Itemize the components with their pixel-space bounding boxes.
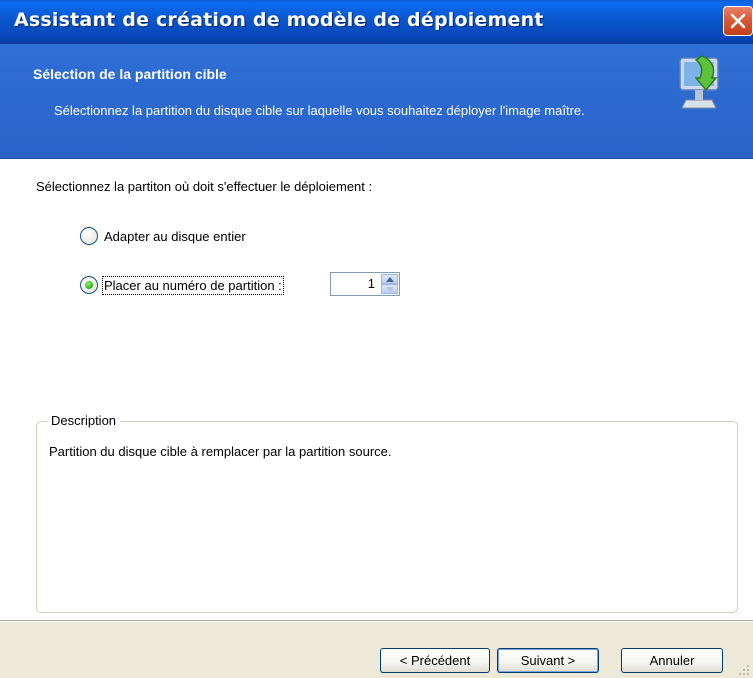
window-title: Assistant de création de modèle de déplo… bbox=[14, 9, 544, 31]
wizard-header: Sélection de la partition cible Sélectio… bbox=[0, 44, 753, 159]
resize-grip-icon[interactable] bbox=[736, 662, 750, 676]
radio-whole-disk[interactable] bbox=[80, 227, 98, 245]
next-button[interactable]: Suivant > bbox=[497, 648, 599, 673]
previous-button[interactable]: < Précédent bbox=[380, 648, 490, 673]
radio-whole-disk-label[interactable]: Adapter au disque entier bbox=[104, 229, 246, 244]
close-button[interactable] bbox=[723, 6, 753, 36]
chevron-up-icon bbox=[386, 277, 394, 282]
option-partition-number[interactable]: Placer au numéro de partition : bbox=[80, 275, 284, 295]
radio-partition-number[interactable] bbox=[80, 276, 98, 294]
wizard-content: Sélectionnez la partiton où doit s'effec… bbox=[0, 159, 753, 620]
description-legend: Description bbox=[47, 413, 121, 428]
page-description: Sélectionnez la partition du disque cibl… bbox=[54, 103, 585, 118]
wizard-window: Assistant de création de modèle de déplo… bbox=[0, 0, 753, 678]
page-title: Sélection de la partition cible bbox=[33, 66, 227, 82]
cancel-button[interactable]: Annuler bbox=[621, 648, 723, 673]
chevron-down-icon bbox=[386, 287, 394, 292]
prompt-label: Sélectionnez la partiton où doit s'effec… bbox=[36, 179, 373, 194]
close-icon bbox=[730, 13, 746, 29]
radio-partition-number-label[interactable]: Placer au numéro de partition : bbox=[102, 275, 284, 295]
title-bar[interactable]: Assistant de création de modèle de déplo… bbox=[0, 0, 753, 44]
partition-number-value[interactable]: 1 bbox=[368, 276, 375, 291]
partition-number-spinner[interactable]: 1 bbox=[330, 272, 400, 296]
option-whole-disk[interactable]: Adapter au disque entier bbox=[80, 227, 246, 245]
footer-separator bbox=[0, 620, 753, 622]
description-group: Description Partition du disque cible à … bbox=[36, 413, 738, 613]
spin-down-button[interactable] bbox=[381, 284, 398, 294]
description-text: Partition du disque cible à remplacer pa… bbox=[49, 444, 392, 459]
spin-up-button[interactable] bbox=[381, 274, 398, 284]
monitor-download-icon bbox=[679, 55, 719, 109]
